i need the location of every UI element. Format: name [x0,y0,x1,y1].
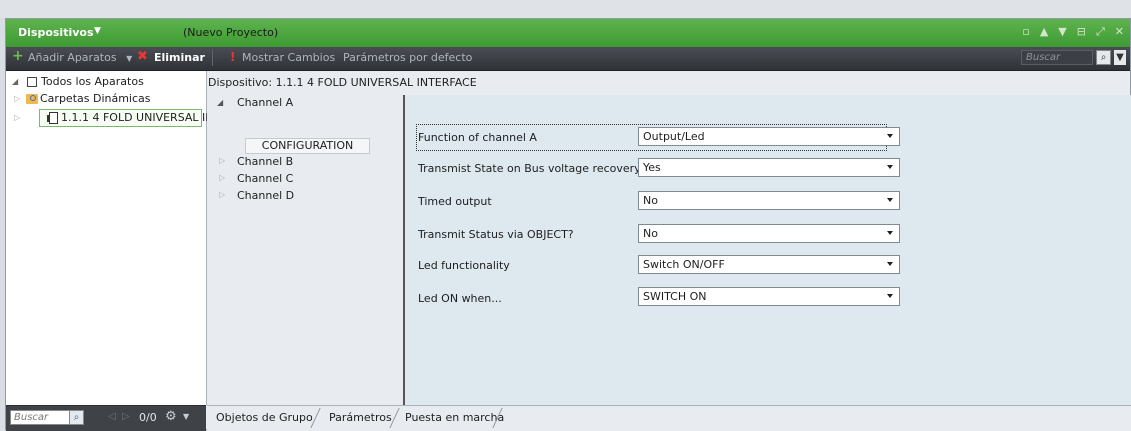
add-devices-label: Añadir Aparatos [28,51,117,64]
select-value: No [643,194,658,207]
gear-icon[interactable]: ⚙ [165,409,177,424]
tree-footer: Buscar ⌕ ◁ ▷ 0/0 ⚙ ▼ [6,405,206,431]
restore-icon[interactable]: ▫ [1022,25,1029,39]
dynamic-folder-icon [26,94,38,104]
param-label: Transmist State on Bus voltage recovery? [418,162,647,175]
move-down-icon[interactable]: ▼ [1058,25,1066,39]
collapse-arrow-icon[interactable]: ◢ [217,98,223,107]
delete-button[interactable]: ✖ Eliminar [137,49,205,64]
panel-menu-chevron-icon[interactable]: ▼ [94,26,101,36]
dropdown-arrow-icon [887,198,893,202]
close-icon[interactable]: ✕ [1115,25,1124,39]
led-on-when-select[interactable]: SWITCH ON [638,287,900,306]
toolbar-divider [212,50,213,66]
select-value: Yes [643,161,661,174]
bottom-tab-bar: Objetos de Grupo Parámetros Puesta en ma… [207,405,1131,431]
all-devices-icon [27,77,37,87]
tab-parameters[interactable]: Parámetros [329,411,392,424]
tab-group-objects[interactable]: Objetos de Grupo [216,411,313,424]
select-value: Switch ON/OFF [643,258,725,271]
channel-a-item[interactable]: Channel A [237,96,293,109]
expand-arrow-icon[interactable]: ▷ [14,110,20,126]
param-label: Timed output [418,195,492,208]
delete-label: Eliminar [154,51,205,64]
function-select[interactable]: Output/Led [638,127,900,146]
default-params-button[interactable]: Parámetros por defecto [343,51,472,64]
tab-commissioning[interactable]: Puesta en marcha [405,411,504,424]
dropdown-arrow-icon [887,165,893,169]
expand-arrow-icon[interactable]: ▷ [219,173,225,182]
tree-item-label: Carpetas Dinámicas [40,92,151,105]
previous-icon[interactable]: ◁ [108,411,116,422]
toolbar: + Añadir Aparatos ▼ ✖ Eliminar ! Mostrar… [6,47,1130,71]
select-value: No [643,227,658,240]
dropdown-arrow-icon [887,294,893,298]
configuration-item[interactable]: CONFIGURATION [245,138,370,154]
result-count: 0/0 [139,411,157,424]
tree-search-input[interactable]: Buscar [10,410,75,425]
top-strip [0,0,1131,18]
warning-exclamation-icon: ! [230,50,236,64]
show-changes-label: Mostrar Cambios [242,51,336,64]
channel-c-item[interactable]: Channel C [237,172,293,185]
panel-title[interactable]: Dispositivos [18,26,94,39]
show-changes-button[interactable]: ! Mostrar Cambios [230,50,336,64]
maximize-icon[interactable]: ⤢ [1096,25,1105,39]
tree-item-label: Todos los Aparatos [41,75,144,88]
expand-arrow-icon[interactable]: ▷ [219,156,225,165]
transmit-status-select[interactable]: No [638,224,900,243]
next-icon[interactable]: ▷ [122,411,130,422]
device-header: Dispositivo: 1.1.1 4 FOLD UNIVERSAL INTE… [208,76,477,89]
search-icon[interactable]: ⌕ [69,410,84,425]
parameters-pane: Function of channel A Output/Led Transmi… [403,95,1131,405]
channel-tree: ◢ Channel A CONFIGURATION ▷ Channel B ▷ … [207,95,403,405]
plus-icon: + [12,48,24,64]
param-label: Led ON when... [418,292,502,305]
led-functionality-select[interactable]: Switch ON/OFF [638,255,900,274]
param-label: Led functionality [418,259,510,272]
channel-b-item[interactable]: Channel B [237,155,293,168]
search-icon[interactable]: ⌕ [1096,50,1111,65]
timed-output-select[interactable]: No [638,191,900,210]
delete-x-icon: ✖ [137,49,148,64]
minimize-icon[interactable]: ⊟ [1077,25,1086,39]
expand-arrow-icon[interactable]: ▷ [219,190,225,199]
dropdown-arrow-icon [887,262,893,266]
tree-item-label: 1.1.1 4 FOLD UNIVERSAL IN... [61,111,225,124]
devices-window: Dispositivos ▼ (Nuevo Proyecto) ▫ ▲ ▼ ⊟ … [5,18,1131,431]
title-bar: Dispositivos ▼ (Nuevo Proyecto) ▫ ▲ ▼ ⊟ … [6,19,1130,48]
dropdown-arrow-icon [887,231,893,235]
window-controls: ▫ ▲ ▼ ⊟ ⤢ ✕ [1022,25,1124,39]
filter-icon[interactable]: ▼ [1114,50,1126,65]
add-devices-button[interactable]: + Añadir Aparatos ▼ [12,48,133,64]
transmit-state-select[interactable]: Yes [638,158,900,177]
chevron-down-icon: ▼ [126,54,133,63]
select-value: SWITCH ON [643,290,707,303]
toolbar-search-input[interactable]: Buscar [1021,50,1093,65]
param-label: Transmit Status via OBJECT? [418,228,574,241]
move-up-icon[interactable]: ▲ [1040,25,1048,39]
dropdown-arrow-icon [887,134,893,138]
project-name: (Nuevo Proyecto) [183,26,279,39]
device-tree-pane: ◢ Todos los Aparatos ▷ Carpetas Dinámica… [6,71,224,405]
channel-d-item[interactable]: Channel D [237,189,294,202]
param-label: Function of channel A [418,131,537,144]
select-value: Output/Led [643,130,705,143]
collapse-arrow-icon[interactable]: ◢ [12,74,18,90]
device-icon [47,112,58,124]
expand-arrow-icon[interactable]: ▷ [14,91,20,107]
chevron-down-icon[interactable]: ▼ [183,412,189,421]
